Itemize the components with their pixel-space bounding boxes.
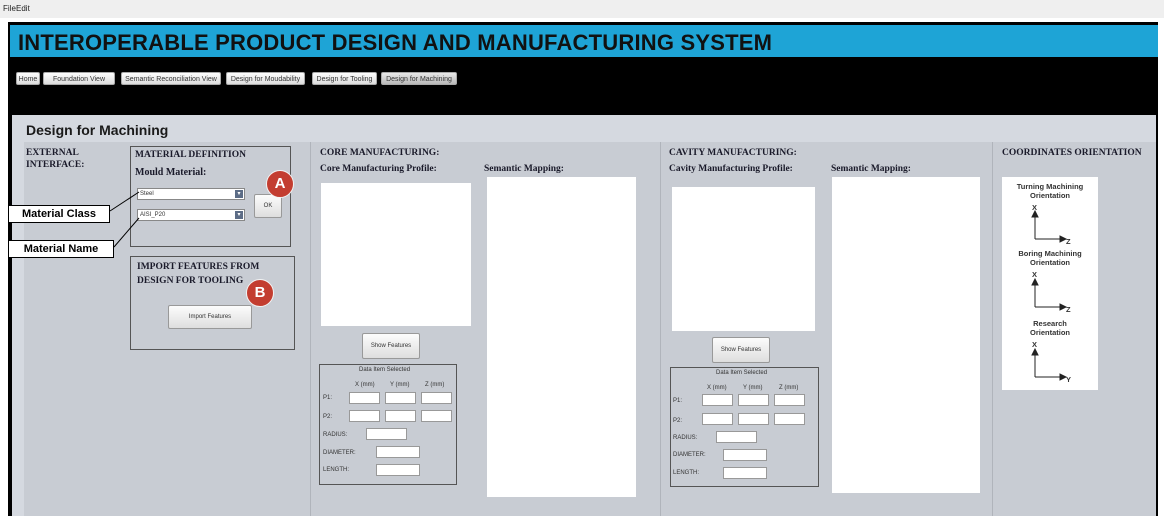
diameter-label: DIAMETER: (323, 450, 356, 456)
coordinates-heading: COORDINATES ORIENTATION (1002, 148, 1142, 158)
data-item-title: Data Item Selected (716, 370, 768, 376)
cavity-p1-z-field[interactable] (774, 394, 805, 406)
cavity-length-field[interactable] (723, 467, 767, 479)
data-item-title: Data Item Selected (359, 367, 411, 373)
cavity-p2-z-field[interactable] (774, 413, 805, 425)
cavity-diameter-field[interactable] (723, 449, 767, 461)
core-p2-y-field[interactable] (385, 410, 416, 422)
p2-label: P2: (323, 414, 333, 420)
core-manufacturing-heading: CORE MANUFACTURING: (320, 148, 440, 158)
axis-arrows-icon (1031, 209, 1068, 381)
radius-label: RADIUS: (323, 432, 348, 438)
core-semantic-label: Semantic Mapping: (484, 164, 564, 174)
core-profile-panel[interactable] (321, 183, 471, 326)
diameter-label: DIAMETER: (673, 452, 706, 458)
core-p1-y-field[interactable] (385, 392, 416, 404)
y-col-label: Y (mm) (743, 385, 763, 391)
cavity-p2-x-field[interactable] (702, 413, 733, 425)
y-col-label: Y (mm) (390, 382, 410, 388)
core-p2-x-field[interactable] (349, 410, 380, 422)
cavity-profile-label: Cavity Manufacturing Profile: (669, 164, 793, 174)
length-label: LENGTH: (673, 470, 700, 476)
core-p1-x-field[interactable] (349, 392, 380, 404)
core-p2-z-field[interactable] (421, 410, 452, 422)
p2-label: P2: (673, 418, 683, 424)
radius-label: RADIUS: (673, 435, 698, 441)
cavity-semantic-label: Semantic Mapping: (831, 164, 911, 174)
p1-label: P1: (673, 398, 683, 404)
z-col-label: Z (mm) (779, 385, 799, 391)
core-show-features-button[interactable]: Show Features (362, 333, 420, 359)
core-profile-label: Core Manufacturing Profile: (320, 164, 437, 174)
x-col-label: X (mm) (707, 385, 727, 391)
cavity-profile-panel[interactable] (672, 187, 815, 331)
cavity-p1-x-field[interactable] (702, 394, 733, 406)
cavity-semantic-panel[interactable] (832, 177, 980, 493)
core-length-field[interactable] (376, 464, 420, 476)
core-p1-z-field[interactable] (421, 392, 452, 404)
x-col-label: X (mm) (355, 382, 375, 388)
material-name-callout: Material Name (8, 240, 114, 258)
core-semantic-panel[interactable] (487, 177, 636, 497)
length-label: LENGTH: (323, 467, 350, 473)
cavity-radius-field[interactable] (716, 431, 757, 443)
z-col-label: Z (mm) (425, 382, 445, 388)
cavity-show-features-button[interactable]: Show Features (712, 337, 770, 363)
cavity-p1-y-field[interactable] (738, 394, 769, 406)
cavity-p2-y-field[interactable] (738, 413, 769, 425)
cavity-manufacturing-heading: CAVITY MANUFACTURING: (669, 148, 797, 158)
p1-label: P1: (323, 395, 333, 401)
core-radius-field[interactable] (366, 428, 407, 440)
material-class-callout: Material Class (8, 205, 110, 223)
core-diameter-field[interactable] (376, 446, 420, 458)
